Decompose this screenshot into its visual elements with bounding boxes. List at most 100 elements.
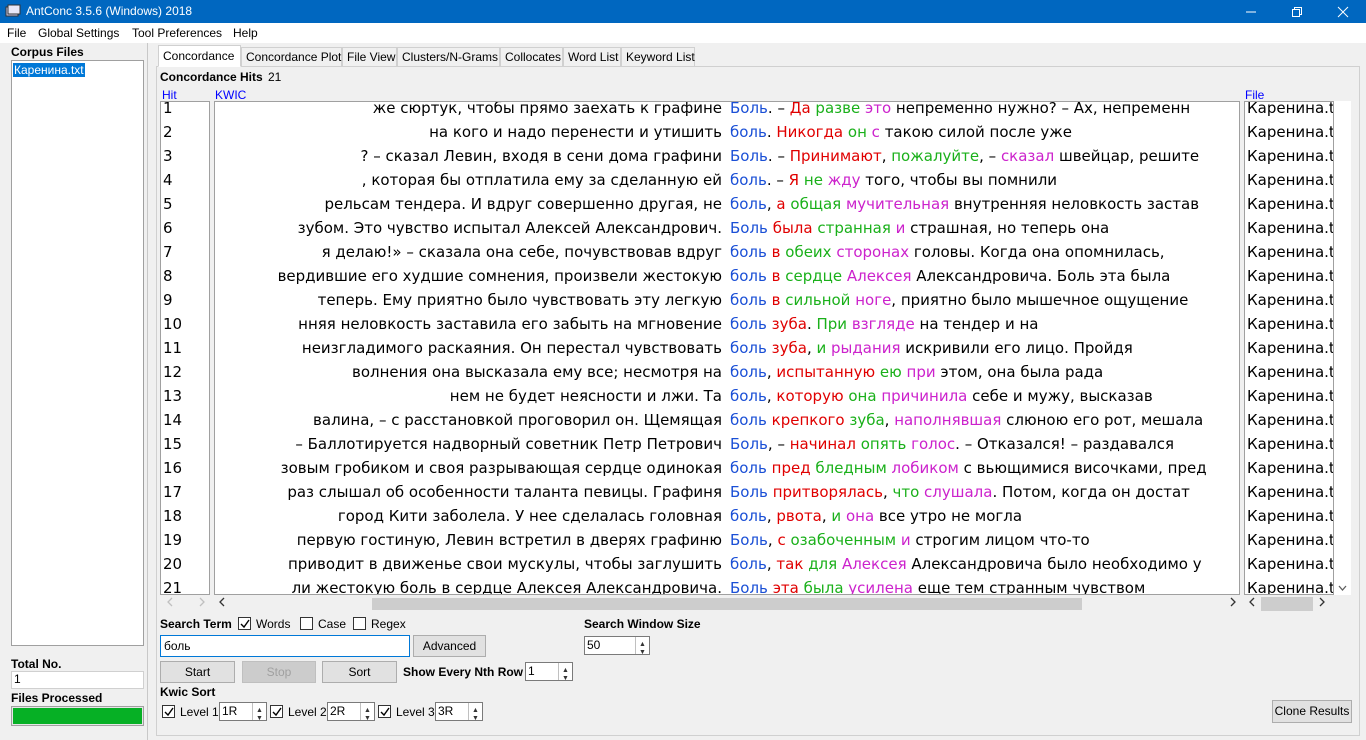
file-scroll-right-icon[interactable] [1318, 597, 1326, 607]
close-button[interactable] [1320, 0, 1366, 23]
kwic-row[interactable]: вердившие его худшие сомнения, произвели… [215, 264, 1239, 288]
spin-down-icon[interactable]: ▼ [562, 671, 569, 687]
file-name-cell[interactable]: Каренина.txt [1247, 216, 1333, 240]
file-name-cell[interactable]: Каренина.txt [1247, 144, 1333, 168]
kwic-row[interactable]: – Баллотируется надворный советник Петр … [215, 432, 1239, 456]
kwic-keyword[interactable]: боль [730, 387, 767, 405]
case-checkbox[interactable] [300, 617, 313, 630]
tab-concordance-plot[interactable]: Concordance Plot [241, 47, 342, 67]
level-2-checkbox[interactable] [270, 705, 283, 718]
kwic-keyword[interactable]: боль [730, 507, 767, 525]
maximize-button[interactable] [1274, 0, 1320, 23]
kwic-row[interactable]: рельсам тендера. И вдруг совершенно друг… [215, 192, 1239, 216]
spin-down-icon[interactable]: ▼ [472, 711, 479, 727]
kwic-keyword[interactable]: боль [730, 363, 767, 381]
level-2-spinner[interactable]: 2R ▲ ▼ [327, 702, 375, 722]
corpus-file-list[interactable]: Каренина.txt [11, 60, 144, 646]
kwic-row[interactable]: ли жестокую боль в сердце Алексея Алекса… [215, 576, 1239, 594]
file-name-cell[interactable]: Каренина.txt [1247, 504, 1333, 528]
kwic-keyword[interactable]: Боль [730, 531, 768, 549]
file-name-cell[interactable]: Каренина.txt [1247, 240, 1333, 264]
column-header-file[interactable]: File [1245, 88, 1264, 102]
search-window-size-spinner[interactable]: 50 ▲ ▼ [584, 636, 650, 656]
kwic-keyword[interactable]: боль [730, 171, 767, 189]
kwic-scroll-left-icon[interactable] [218, 597, 226, 607]
tab-clusters-ngrams[interactable]: Clusters/N-Grams [397, 47, 500, 67]
hit-scroll-right-icon[interactable] [198, 597, 206, 607]
kwic-keyword[interactable]: боль [730, 411, 767, 429]
kwic-row[interactable]: зовым гробиком и своя разрывающая сердце… [215, 456, 1239, 480]
spin-down-icon[interactable]: ▼ [639, 645, 646, 661]
tab-concordance[interactable]: Concordance [158, 45, 241, 67]
file-name-cell[interactable]: Каренина.txt [1247, 552, 1333, 576]
file-name-cell[interactable]: Каренина.txt [1247, 432, 1333, 456]
file-name-cell[interactable]: Каренина.txt [1247, 168, 1333, 192]
file-name-cell[interactable]: Каренина.txt [1247, 576, 1333, 594]
column-header-hit[interactable]: Hit [162, 88, 177, 102]
menu-global-settings[interactable]: Global Settings [38, 26, 119, 40]
sort-button[interactable]: Sort [322, 661, 397, 683]
file-name-cell[interactable]: Каренина.txt [1247, 408, 1333, 432]
kwic-row[interactable]: валина, – с расстановкой проговорил он. … [215, 408, 1239, 432]
file-scroll-left-icon[interactable] [1248, 597, 1256, 607]
kwic-keyword[interactable]: боль [730, 123, 767, 141]
kwic-keyword[interactable]: боль [730, 243, 767, 261]
menu-tool-preferences[interactable]: Tool Preferences [132, 26, 222, 40]
kwic-keyword[interactable]: боль [730, 555, 767, 573]
nth-row-spinner[interactable]: 1 ▲ ▼ [525, 662, 573, 682]
level-3-spinner[interactable]: 3R ▲ ▼ [435, 702, 483, 722]
file-scroll-thumb[interactable] [1261, 597, 1313, 611]
spin-down-icon[interactable]: ▼ [364, 711, 371, 727]
file-name-cell[interactable]: Каренина.txt [1247, 456, 1333, 480]
start-button[interactable]: Start [160, 661, 235, 683]
kwic-keyword[interactable]: боль [730, 339, 767, 357]
kwic-keyword[interactable]: Боль [730, 483, 768, 501]
level-3-checkbox[interactable] [378, 705, 391, 718]
kwic-row[interactable]: неизгладимого раскаяния. Он перестал чув… [215, 336, 1239, 360]
spin-down-icon[interactable]: ▼ [256, 711, 263, 727]
kwic-keyword[interactable]: Боль [730, 219, 768, 237]
regex-checkbox[interactable] [353, 617, 366, 630]
kwic-keyword[interactable]: боль [730, 291, 767, 309]
tab-word-list[interactable]: Word List [563, 47, 621, 67]
kwic-row[interactable]: ? – сказал Левин, входя в сени дома граф… [215, 144, 1239, 168]
kwic-scroll-right-icon[interactable] [1229, 597, 1237, 607]
file-name-cell[interactable]: Каренина.txt [1247, 264, 1333, 288]
kwic-row[interactable]: теперь. Ему приятно было чувствовать эту… [215, 288, 1239, 312]
kwic-keyword[interactable]: Боль [730, 435, 768, 453]
file-name-cell[interactable]: Каренина.txt [1247, 480, 1333, 504]
file-name-cell[interactable]: Каренина.txt [1247, 336, 1333, 360]
menu-file[interactable]: File [7, 26, 26, 40]
kwic-horizontal-scrollbar[interactable] [232, 597, 1226, 611]
file-name-cell[interactable]: Каренина.txt [1247, 360, 1333, 384]
tab-keyword-list[interactable]: Keyword List [621, 47, 695, 67]
kwic-keyword[interactable]: Боль [730, 102, 768, 117]
file-name-cell[interactable]: Каренина.txt [1247, 384, 1333, 408]
file-name-list[interactable]: Каренина.txtКаренина.txtКаренина.txtКаре… [1244, 101, 1334, 595]
kwic-row[interactable]: раз слышал об особенности таланта певицы… [215, 480, 1239, 504]
stop-button[interactable]: Stop [242, 661, 316, 683]
corpus-file-item[interactable]: Каренина.txt [13, 63, 85, 77]
file-name-cell[interactable]: Каренина.txt [1247, 120, 1333, 144]
kwic-row[interactable]: город Кити заболела. У нее сделалась гол… [215, 504, 1239, 528]
kwic-keyword[interactable]: боль [730, 315, 767, 333]
tab-collocates[interactable]: Collocates [500, 47, 563, 67]
kwic-row[interactable]: первую гостиную, Левин встретил в дверях… [215, 528, 1239, 552]
column-header-kwic[interactable]: KWIC [215, 88, 246, 102]
kwic-row[interactable]: волнения она высказала ему все; несмотря… [215, 360, 1239, 384]
file-name-cell[interactable]: Каренина.txt [1247, 288, 1333, 312]
tab-file-view[interactable]: File View [342, 47, 397, 67]
words-checkbox[interactable] [238, 617, 251, 630]
level-1-spinner[interactable]: 1R ▲ ▼ [219, 702, 267, 722]
kwic-keyword[interactable]: боль [730, 267, 767, 285]
kwic-results-list[interactable]: же сюртук, чтобы прямо заехать к графине… [214, 101, 1240, 595]
hit-scroll-left-icon[interactable] [166, 597, 174, 607]
file-name-cell[interactable]: Каренина.txt [1247, 312, 1333, 336]
file-name-cell[interactable]: Каренина.txt [1247, 102, 1333, 120]
kwic-row[interactable]: же сюртук, чтобы прямо заехать к графине… [215, 102, 1239, 120]
search-term-input[interactable]: боль [160, 635, 410, 657]
kwic-row[interactable]: нем не будет неясности и лжи. Та боль, ко… [215, 384, 1239, 408]
minimize-button[interactable] [1228, 0, 1274, 23]
kwic-row[interactable]: я делаю!» – сказала она себе, почувствов… [215, 240, 1239, 264]
kwic-keyword[interactable]: боль [730, 459, 767, 477]
